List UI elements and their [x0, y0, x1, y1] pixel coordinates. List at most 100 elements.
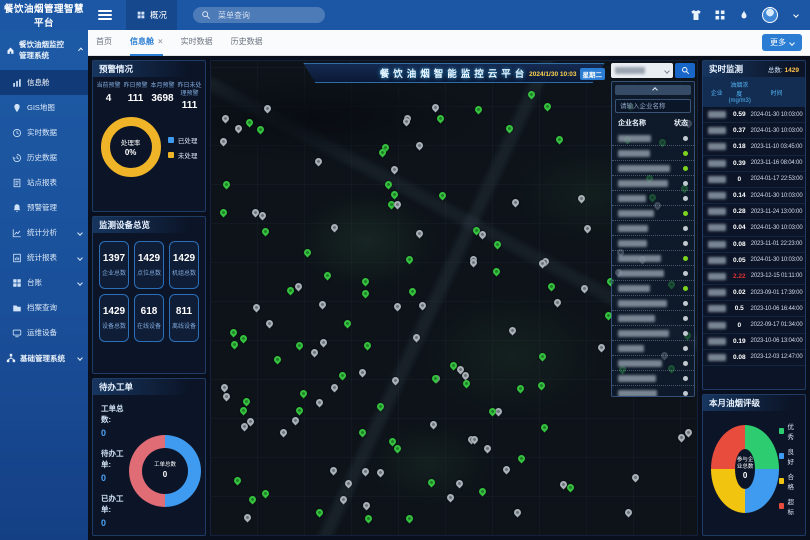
map-pin[interactable]: [361, 277, 371, 287]
realtime-row[interactable]: 0.372024-01-30 10:03:00: [703, 123, 805, 139]
map-pin[interactable]: [482, 444, 492, 454]
map-pin[interactable]: [389, 165, 399, 175]
map-pin[interactable]: [322, 270, 332, 280]
map-pin[interactable]: [238, 406, 248, 416]
map-pin[interactable]: [437, 191, 447, 201]
map-pin[interactable]: [260, 227, 270, 237]
map-pin[interactable]: [291, 415, 301, 425]
map-pin[interactable]: [298, 389, 308, 399]
sidebar-system-header[interactable]: 餐饮油烟监控管理系统: [0, 30, 88, 70]
flame-icon[interactable]: [738, 9, 750, 21]
menu-toggle-icon[interactable]: [98, 10, 112, 20]
overview-nav-tab[interactable]: 概况: [126, 0, 177, 30]
map-pin[interactable]: [577, 194, 587, 204]
map-pin[interactable]: [260, 489, 270, 499]
map-pin[interactable]: [624, 507, 634, 517]
chevron-down-icon[interactable]: [793, 12, 799, 18]
menu-search-input[interactable]: [216, 10, 317, 21]
tab-1[interactable]: 首页: [96, 30, 112, 56]
company-row[interactable]: [612, 296, 694, 311]
realtime-row[interactable]: 0.052024-01-30 10:03:00: [703, 253, 805, 269]
map-pin[interactable]: [474, 105, 484, 115]
map-pin[interactable]: [418, 301, 428, 311]
map-pin[interactable]: [229, 327, 239, 337]
map-pin[interactable]: [241, 397, 251, 407]
tab-2[interactable]: 信息舱×: [130, 30, 163, 56]
realtime-row[interactable]: 0.52023-10-06 16:44:00: [703, 301, 805, 317]
map-pin[interactable]: [446, 492, 456, 502]
company-row[interactable]: [612, 251, 694, 266]
company-row[interactable]: [612, 191, 694, 206]
company-row[interactable]: [612, 131, 694, 146]
map-pin[interactable]: [245, 117, 255, 127]
map-pin[interactable]: [540, 423, 550, 433]
map-pin[interactable]: [391, 376, 401, 386]
map-pin[interactable]: [408, 287, 418, 297]
map-pin[interactable]: [505, 123, 515, 133]
map-pin[interactable]: [426, 477, 436, 487]
map-pin[interactable]: [502, 464, 512, 474]
map-pin[interactable]: [405, 513, 415, 523]
sidebar-item-7[interactable]: 统计分析: [0, 220, 88, 245]
tab-3[interactable]: 实时数据: [181, 30, 213, 56]
map-pin[interactable]: [511, 198, 521, 208]
sidebar-item-base-system[interactable]: 基础管理系统: [0, 345, 88, 371]
map-pin[interactable]: [294, 340, 304, 350]
company-row[interactable]: [612, 236, 694, 251]
map-pin[interactable]: [318, 337, 328, 347]
sidebar-item-10[interactable]: 档案查询: [0, 295, 88, 320]
map-pin[interactable]: [344, 478, 354, 488]
map-pin[interactable]: [330, 383, 340, 393]
realtime-row[interactable]: 0.282023-11-24 13:00:00: [703, 204, 805, 220]
map-pin[interactable]: [313, 156, 323, 166]
realtime-row[interactable]: 0.182023-11-10 03:45:00: [703, 139, 805, 155]
company-row[interactable]: [612, 311, 694, 326]
map-pin[interactable]: [222, 179, 232, 189]
company-select[interactable]: [611, 63, 673, 78]
realtime-row[interactable]: 2.222023-12-15 01:11:00: [703, 269, 805, 285]
map-pin[interactable]: [477, 486, 487, 496]
map-pin[interactable]: [364, 513, 374, 523]
map-pin[interactable]: [527, 90, 537, 100]
realtime-row[interactable]: 02024-01-17 22:53:00: [703, 172, 805, 188]
map-pin[interactable]: [233, 123, 243, 133]
more-button[interactable]: 更多: [762, 34, 802, 51]
apps-icon[interactable]: [714, 9, 726, 21]
map-pin[interactable]: [552, 297, 562, 307]
map-pin[interactable]: [218, 207, 228, 217]
company-row[interactable]: [612, 326, 694, 341]
company-row[interactable]: [612, 206, 694, 221]
sidebar-item-9[interactable]: 台账: [0, 270, 88, 295]
map-pin[interactable]: [392, 444, 402, 454]
map-pin[interactable]: [376, 401, 386, 411]
company-row[interactable]: [612, 386, 694, 396]
realtime-row[interactable]: 0.022023-09-01 17:39:00: [703, 285, 805, 301]
sidebar-item-4[interactable]: 历史数据: [0, 145, 88, 170]
map-canvas[interactable]: 餐饮油烟智能监控云平台 2024/1/30 10:03 星期二: [210, 60, 698, 536]
company-row[interactable]: [612, 176, 694, 191]
map-pin[interactable]: [243, 512, 253, 522]
sidebar-item-2[interactable]: GIS地图: [0, 95, 88, 120]
realtime-row[interactable]: 02022-09-17 01:34:00: [703, 317, 805, 333]
map-pin[interactable]: [247, 494, 257, 504]
map-pin[interactable]: [361, 467, 371, 477]
map-pin[interactable]: [251, 303, 261, 313]
map-pin[interactable]: [516, 383, 526, 393]
sidebar-item-11[interactable]: 运维设备: [0, 320, 88, 345]
map-pin[interactable]: [537, 352, 547, 362]
map-pin[interactable]: [516, 453, 526, 463]
map-pin[interactable]: [309, 347, 319, 357]
map-pin[interactable]: [597, 343, 607, 353]
company-row[interactable]: [612, 281, 694, 296]
map-pin[interactable]: [543, 102, 553, 112]
map-pin[interactable]: [264, 318, 274, 328]
map-pin[interactable]: [431, 103, 441, 113]
map-pin[interactable]: [582, 224, 592, 234]
company-row[interactable]: [612, 356, 694, 371]
map-pin[interactable]: [219, 382, 229, 392]
map-pin[interactable]: [491, 266, 501, 276]
map-pin[interactable]: [462, 379, 472, 389]
map-pin[interactable]: [218, 136, 228, 146]
map-pin[interactable]: [393, 200, 403, 210]
map-pin[interactable]: [579, 284, 589, 294]
